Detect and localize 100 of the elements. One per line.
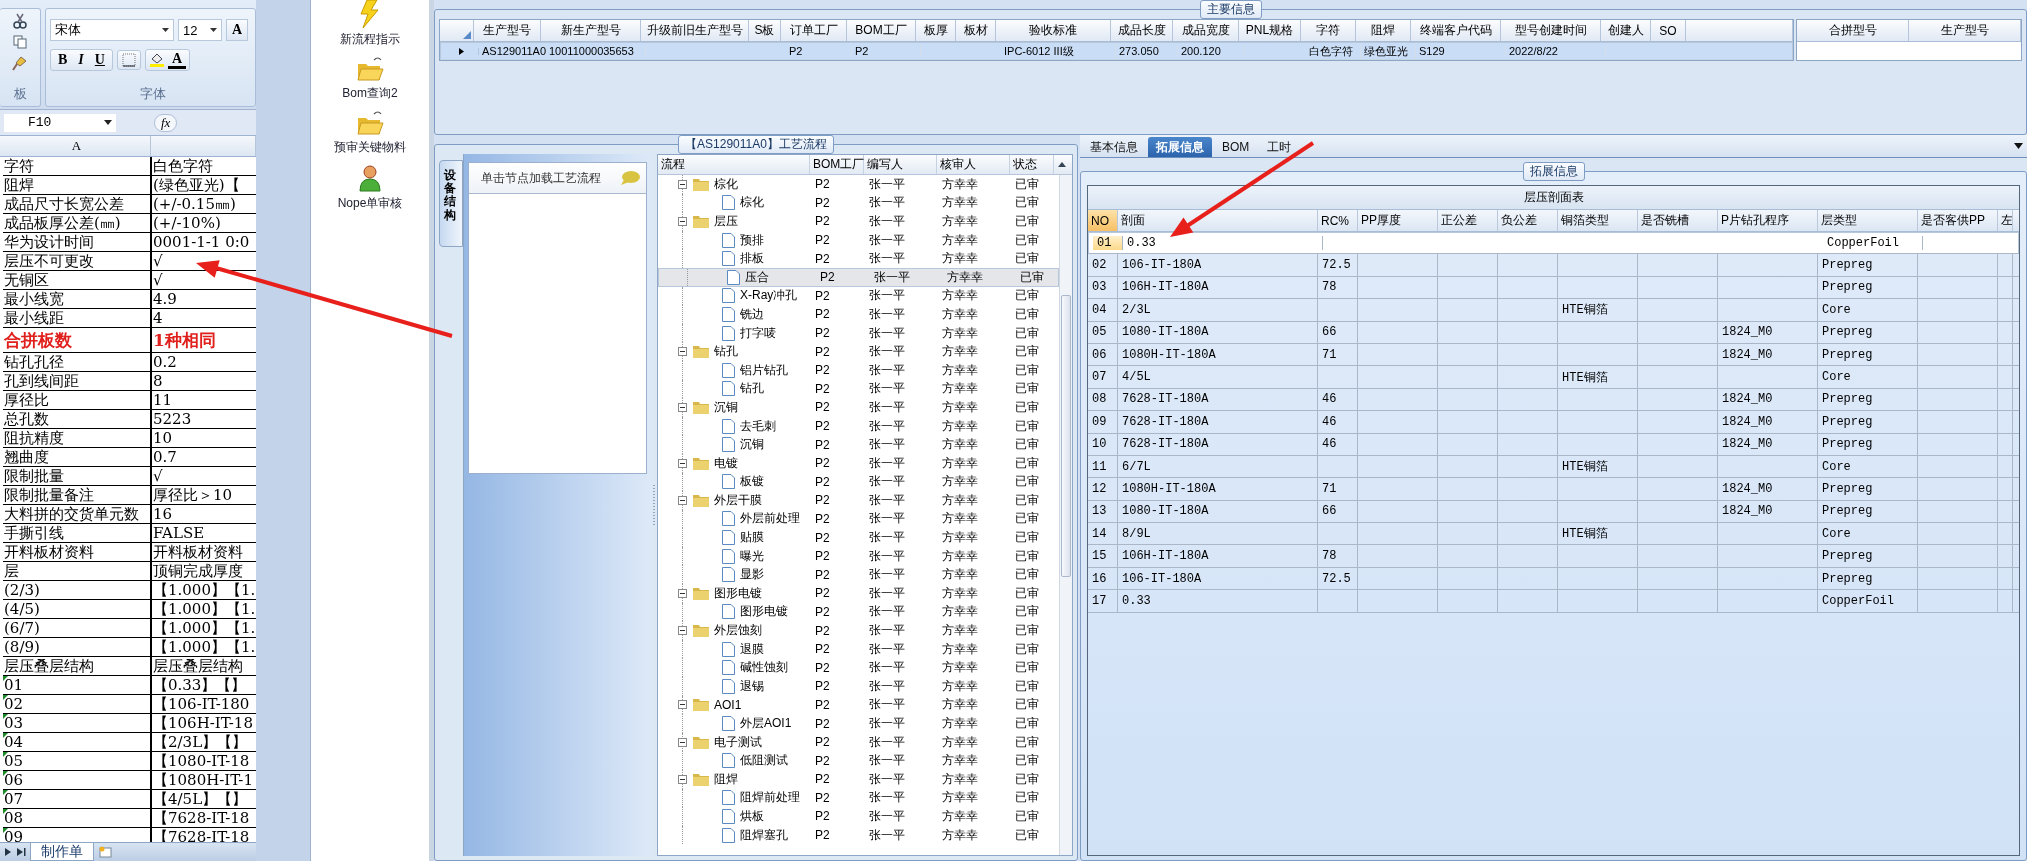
- column-header[interactable]: PP厚度: [1358, 210, 1438, 231]
- format-button[interactable]: U: [90, 51, 109, 69]
- table-row[interactable]: 15 106H-IT-180A 78 Prepreg: [1088, 545, 2019, 568]
- column-header[interactable]: 生产型号: [1909, 20, 2021, 41]
- launcher-label[interactable]: Nope单审核: [337, 195, 403, 212]
- grow-font-button[interactable]: A: [226, 19, 248, 41]
- format-button[interactable]: I: [74, 51, 88, 69]
- tab[interactable]: 基本信息: [1082, 137, 1146, 157]
- tree-row[interactable]: 贴膜 P2 张一平 方幸幸 已审: [658, 528, 1059, 547]
- column-header[interactable]: 板厚: [916, 20, 956, 41]
- collapse-icon[interactable]: [678, 774, 687, 784]
- table-row[interactable]: 03 106H-IT-180A 78 Prepreg: [1088, 276, 2019, 300]
- tree-row[interactable]: 排板 P2 张一平 方幸幸 已审: [658, 249, 1059, 268]
- tree-row[interactable]: 铝片钻孔 P2 张一平 方幸幸 已审: [658, 360, 1059, 380]
- dropdown-icon[interactable]: [2014, 143, 2023, 149]
- person-icon[interactable]: [359, 164, 381, 192]
- tree-row[interactable]: 棕化 P2 张一平 方幸幸 已审: [658, 193, 1059, 213]
- tree-row[interactable]: 外层干膜 P2 张一平 方幸幸 已审: [658, 491, 1059, 510]
- column-header[interactable]: 铜箔类型: [1558, 210, 1638, 231]
- tree-row[interactable]: 曝光 P2 张一平 方幸幸 已审: [658, 546, 1059, 566]
- table-row[interactable]: 04 2/3L HTE铜箔 Core: [1088, 299, 2019, 322]
- collapse-icon[interactable]: [678, 700, 687, 710]
- scroll-up-icon[interactable]: [1058, 162, 1066, 167]
- column-header[interactable]: PNL规格: [1239, 20, 1301, 41]
- column-header[interactable]: 验收标准: [996, 20, 1111, 41]
- name-box[interactable]: F10: [4, 113, 116, 132]
- column-header[interactable]: RC%: [1318, 210, 1358, 231]
- column-header[interactable]: 左: [1998, 210, 2013, 231]
- column-header[interactable]: 型号创建时间: [1501, 20, 1601, 41]
- tree-row[interactable]: 图形电镀 P2 张一平 方幸幸 已审: [658, 584, 1059, 603]
- tree-row[interactable]: 退膜 P2 张一平 方幸幸 已审: [658, 639, 1059, 659]
- tree-row[interactable]: 层压 P2 张一平 方幸幸 已审: [658, 212, 1059, 231]
- launcher-label[interactable]: Bom查询2: [342, 85, 398, 102]
- column-header[interactable]: 新生产型号: [541, 20, 641, 41]
- column-header[interactable]: 订单工厂: [781, 20, 847, 41]
- table-row[interactable]: 06 1080H-IT-180A 71 1824_M0 Prepreg: [1088, 343, 2019, 367]
- tree-row[interactable]: 阻焊前处理 P2 张一平 方幸幸 已审: [658, 788, 1059, 808]
- tree-row[interactable]: 去毛刺 P2 张一平 方幸幸 已审: [658, 416, 1059, 436]
- column-header[interactable]: 生产型号: [474, 20, 541, 41]
- column-header[interactable]: 创建人: [1601, 20, 1651, 41]
- tree-row[interactable]: X-Ray冲孔 P2 张一平 方幸幸 已审: [658, 286, 1059, 306]
- side-tab[interactable]: 设备结构: [439, 160, 463, 247]
- column-header[interactable]: 负公差: [1498, 210, 1558, 231]
- scroll-thumb[interactable]: [1061, 295, 1071, 577]
- table-row[interactable]: 13 1080-IT-180A 66 1824_M0 Prepreg: [1088, 500, 2019, 524]
- tree-row[interactable]: 退锡 P2 张一平 方幸幸 已审: [658, 677, 1059, 696]
- tree-row[interactable]: 沉铜 P2 张一平 方幸幸 已审: [658, 435, 1059, 454]
- tree-row[interactable]: 碱性蚀刻 P2 张一平 方幸幸 已审: [658, 658, 1059, 678]
- column-header[interactable]: 流程: [658, 155, 810, 174]
- column-header[interactable]: 层类型: [1818, 210, 1918, 231]
- format-button[interactable]: B: [54, 51, 72, 69]
- collapse-icon[interactable]: [678, 588, 687, 598]
- tree-row[interactable]: 低阻测试 P2 张一平 方幸幸 已审: [658, 751, 1059, 770]
- tree-row[interactable]: 烘板 P2 张一平 方幸幸 已审: [658, 807, 1059, 826]
- column-header[interactable]: 状态: [1010, 155, 1054, 174]
- tree-row[interactable]: 铣边 P2 张一平 方幸幸 已审: [658, 305, 1059, 324]
- tree-row[interactable]: 沉铜 P2 张一平 方幸幸 已审: [658, 398, 1059, 417]
- collapse-icon[interactable]: [678, 626, 687, 636]
- tree-row[interactable]: 阻焊 P2 张一平 方幸幸 已审: [658, 770, 1059, 789]
- tree-row[interactable]: 外层AOI1 P2 张一平 方幸幸 已审: [658, 714, 1059, 733]
- column-header[interactable]: BOM工厂: [847, 20, 916, 41]
- scrollbar[interactable]: [1059, 175, 1072, 855]
- table-row[interactable]: 12 1080H-IT-180A 71 1824_M0 Prepreg: [1088, 478, 2019, 501]
- column-header[interactable]: 正公差: [1438, 210, 1498, 231]
- tree-row[interactable]: 棕化 P2 张一平 方幸幸 已审: [658, 175, 1059, 194]
- borders-icon[interactable]: [120, 52, 137, 68]
- column-header[interactable]: 是否客供PP: [1918, 210, 1998, 231]
- font-name-field[interactable]: 宋体: [50, 19, 174, 41]
- column-header[interactable]: BOM工厂: [810, 155, 864, 174]
- column-header[interactable]: 成品宽度: [1173, 20, 1239, 41]
- table-row[interactable]: 10 7628-IT-180A 46 1824_M0 Prepreg: [1088, 433, 2019, 456]
- tree-row[interactable]: 外层蚀刻 P2 张一平 方幸幸 已审: [658, 621, 1059, 640]
- font-size-field[interactable]: 12: [178, 19, 222, 41]
- tree-row[interactable]: 电子测试 P2 张一平 方幸幸 已审: [658, 732, 1059, 752]
- launcher-label[interactable]: 新流程指示: [340, 31, 400, 48]
- column-header[interactable]: NO: [1088, 210, 1118, 231]
- tab[interactable]: BOM: [1214, 137, 1258, 157]
- column-header[interactable]: 板材: [956, 20, 996, 41]
- tree-row[interactable]: 板镀 P2 张一平 方幸幸 已审: [658, 472, 1059, 492]
- column-header[interactable]: 阻焊: [1356, 20, 1411, 41]
- tree-row[interactable]: 外层前处理 P2 张一平 方幸幸 已审: [658, 509, 1059, 529]
- collapse-icon[interactable]: [678, 495, 687, 505]
- column-header[interactable]: 合拼型号: [1797, 20, 1909, 41]
- table-row[interactable]: 17 0.33 CopperFoil: [1088, 590, 2019, 613]
- table-row[interactable]: AS129011A0 10011000035653 P2 P2 IPC-6012 III级 273.050 200.120 白色字符 绿色亚光 S129 2022/8/22: [440, 42, 1793, 60]
- tree-row[interactable]: AOI1 P2 张一平 方幸幸 已审: [658, 695, 1059, 715]
- insert-function-button[interactable]: fx: [154, 113, 178, 132]
- column-header[interactable]: SO: [1651, 20, 1686, 41]
- table-row[interactable]: 05 1080-IT-180A 66 1824_M0 Prepreg: [1088, 321, 2019, 344]
- next-sheet-icon[interactable]: [4, 847, 12, 857]
- column-header[interactable]: S板: [749, 20, 781, 41]
- copy-icon[interactable]: [13, 35, 27, 49]
- tree-row[interactable]: 打字唛 P2 张一平 方幸幸 已审: [658, 323, 1059, 343]
- tree-row[interactable]: 钻孔 P2 张一平 方幸幸 已审: [658, 379, 1059, 399]
- tree-row[interactable]: 电镀 P2 张一平 方幸幸 已审: [658, 453, 1059, 473]
- tree-row[interactable]: 预排 P2 张一平 方幸幸 已审: [658, 230, 1059, 250]
- last-sheet-icon[interactable]: [16, 847, 26, 857]
- column-header[interactable]: P片钻孔程序: [1718, 210, 1818, 231]
- table-row[interactable]: 02 106-IT-180A 72.5 Prepreg: [1088, 254, 2019, 277]
- column-header[interactable]: 核审人: [937, 155, 1010, 174]
